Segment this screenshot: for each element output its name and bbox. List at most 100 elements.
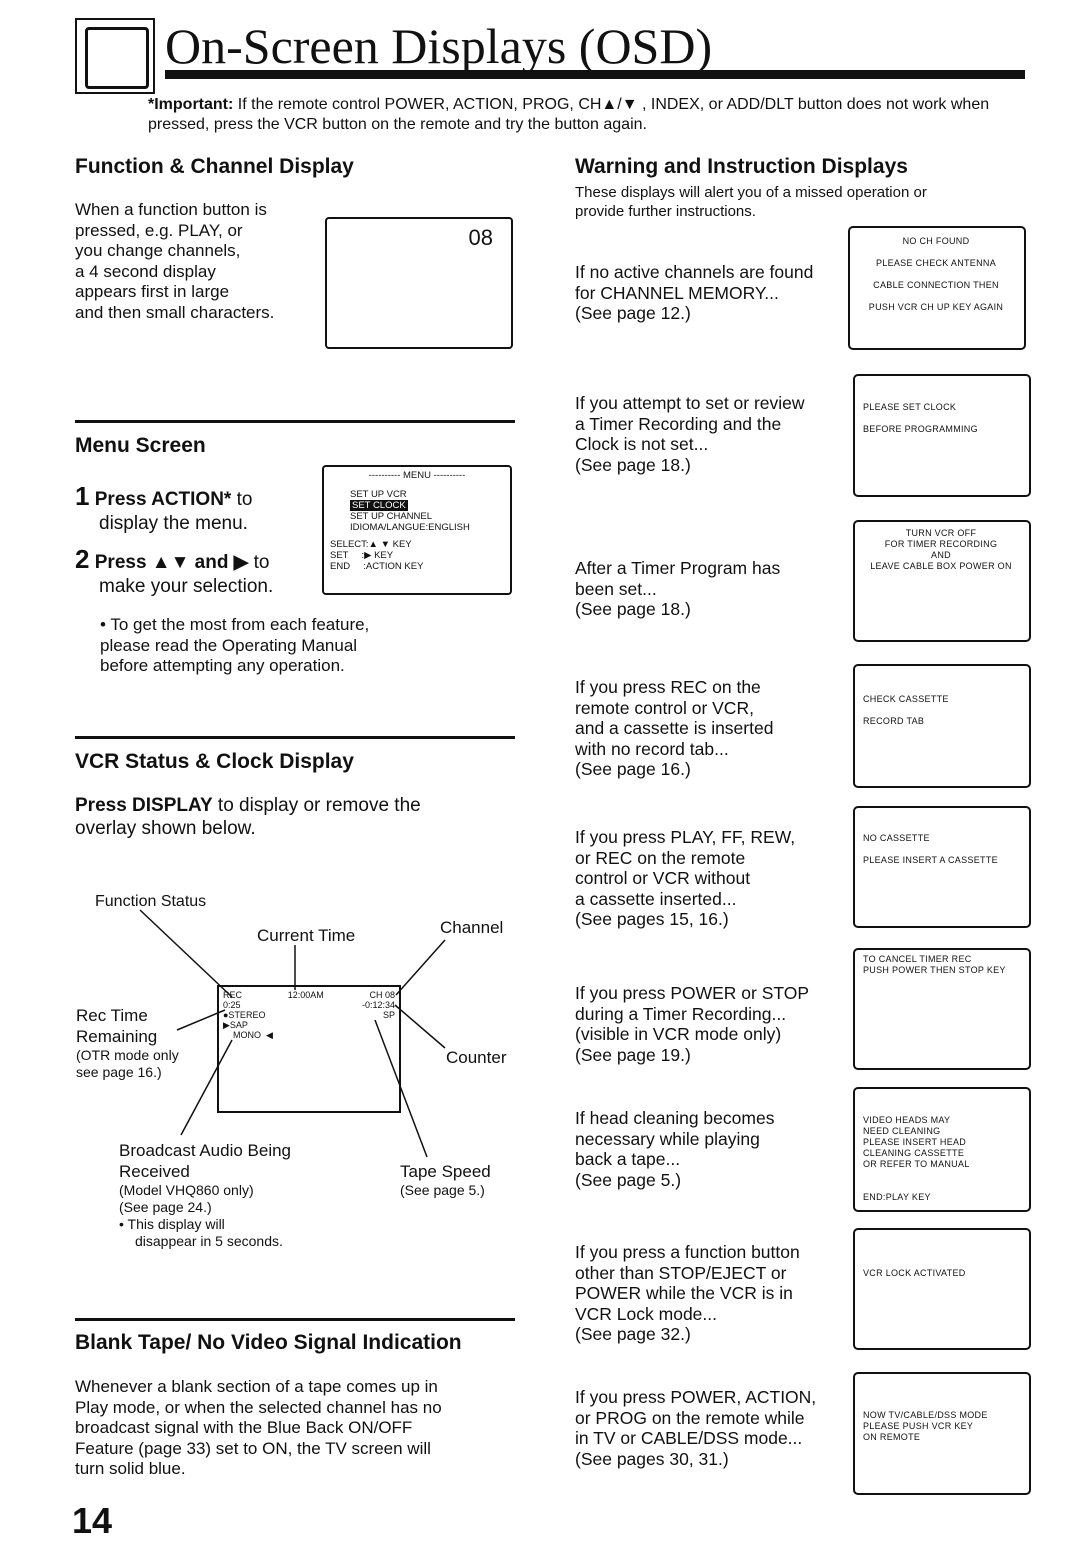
screen-line: NEED CLEANING [863,1126,941,1136]
screen-line: PUSH POWER THEN STOP KEY [863,965,1006,975]
screen-line: NO CH FOUND [902,236,970,246]
label-text: • This display will [119,1216,225,1232]
text-line: or REC on the remote [575,847,746,868]
osd-rec: REC [223,990,243,1000]
screen-line: VIDEO HEADS MAY [863,1115,951,1125]
text-line: during a Timer Recording... [575,1003,787,1024]
text-line: Play mode, or when the selected channel … [75,1397,442,1417]
warning-screen: VIDEO HEADS MAY NEED CLEANING PLEASE INSER… [853,1087,1031,1212]
text-line: (See page 18.) [575,599,691,619]
warning-description: If no active channels are found for CHANN… [575,262,813,324]
label-text: (OTR mode only [76,1047,179,1063]
warnings-intro: These displays will alert you of a misse… [575,183,927,221]
osd-channel: CH 08 [369,990,395,1000]
text-line: If you press PLAY, FF, REW, [575,827,796,847]
divider [75,1318,515,1321]
label-counter: Counter [446,1048,507,1067]
screen-line: CHECK CASSETTE [863,694,949,704]
text-line: If head cleaning becomes [575,1108,775,1128]
text-line: control or VCR without [575,868,751,888]
screen-line: PLEASE PUSH VCR KEY [863,1421,974,1431]
warning-description: If you press POWER or STOP during a Timer… [575,983,809,1065]
text-line: been set... [575,578,657,599]
text-line: If you press REC on the [575,677,761,697]
text-line: in TV or CABLE/DSS mode... [575,1428,803,1448]
warning-description: If you press REC on the remote control or… [575,677,773,780]
warning-description: If you press a function button other than… [575,1242,800,1345]
blank-tape-text: Whenever a blank section of a tape comes… [75,1377,442,1480]
blank-tape-heading: Blank Tape/ No Video Signal Indication [75,1331,462,1354]
label-text: Tape Speed [400,1162,491,1181]
screen-line: END:PLAY KEY [863,1192,931,1202]
screen-line: CLEANING CASSETTE [863,1148,965,1158]
warning-description: If head cleaning becomes necessary while … [575,1108,774,1190]
text-line: back a tape... [575,1149,681,1169]
osd-screen: REC 12:00AM CH 08 0:25 -0:12:34 ●STEREO SP ▶… [217,985,401,1113]
label-text: Rec Time [76,1006,148,1025]
screen-line: NOW TV/CABLE/DSS MODE [863,1410,988,1420]
screen-line: VCR LOCK ACTIVATED [863,1268,966,1278]
label-text: Remaining [76,1027,158,1046]
text-line: If you attempt to set or review [575,393,805,413]
warning-screen: TO CANCEL TIMER REC PUSH POWER THEN STOP … [853,948,1031,1070]
text-line: Clock is not set... [575,434,709,454]
text-line: POWER while the VCR is in [575,1283,793,1303]
text-line: After a Timer Program has [575,558,781,578]
warning-screen: NOW TV/CABLE/DSS MODE PLEASE PUSH VCR KEY… [853,1372,1031,1495]
screen-line: PUSH VCR CH UP KEY AGAIN [868,302,1004,312]
label-text: (See page 5.) [400,1182,485,1198]
warning-description: If you attempt to set or review a Timer R… [575,393,805,475]
text-line: VCR Lock mode... [575,1303,717,1324]
screen-line: PLEASE INSERT HEAD [863,1137,967,1147]
osd-time: 12:00AM [287,990,324,1000]
screen-line: FOR TIMER RECORDING [884,539,998,549]
text-line: or PROG on the remote while [575,1407,805,1428]
warning-screen: CHECK CASSETTE RECORD TAB [853,664,1031,788]
text-line: These displays will alert you of a misse… [575,184,927,201]
screen-line: CABLE CONNECTION THEN [873,280,999,290]
text-line: other than STOP/EJECT or [575,1262,787,1283]
text-line: (See page 16.) [575,759,691,779]
text-line: If you press a function button [575,1242,800,1262]
text-line: and a cassette is inserted [575,718,774,738]
warning-screen: PLEASE SET CLOCK BEFORE PROGRAMMING [853,374,1031,497]
text-line: If you press POWER or STOP [575,983,810,1003]
text-line: (See pages 30, 31.) [575,1448,729,1469]
screen-line: PLEASE SET CLOCK [863,402,957,412]
screen-line: PLEASE CHECK ANTENNA [875,258,997,268]
warning-description: If you press PLAY, FF, REW, or REC on the… [575,827,795,930]
text-line: (See page 12.) [575,303,691,323]
label-text: disappear in 5 seconds. [135,1233,283,1249]
label-text: (See page 24.) [119,1199,212,1215]
screen-line: TURN VCR OFF [905,528,977,538]
label-function-status: Function Status [95,893,207,910]
text-line: (See page 32.) [575,1324,691,1344]
label-text: Received [119,1162,190,1181]
text-line: with no record tab... [575,738,729,759]
text-line: Whenever a blank section of a tape comes… [75,1377,438,1396]
text-line: If you press POWER, ACTION, [575,1387,817,1407]
text-line: a Timer Recording and the [575,413,782,434]
warning-screen: TURN VCR OFF FOR TIMER RECORDING AND LEAVE … [853,520,1031,642]
osd-counter: -0:12:34 [361,1000,395,1010]
label-tape-speed: Tape Speed (See page 5.) [400,1161,491,1199]
osd-remaining: 0:25 [223,1000,241,1010]
text-line: (See pages 15, 16.) [575,909,729,929]
screen-line: TO CANCEL TIMER REC [863,954,972,964]
screen-line: ON REMOTE [863,1432,921,1442]
text-line: If no active channels are found [575,262,814,282]
warning-description: If you press POWER, ACTION, or PROG on th… [575,1387,816,1469]
label-rec-time: Rec Time Remaining (OTR mode only see pa… [76,1005,179,1081]
screen-line: BEFORE PROGRAMMING [863,424,978,434]
text-line: for CHANNEL MEMORY... [575,282,779,303]
text-line: broadcast signal with the Blue Back ON/O… [75,1418,413,1437]
osd-sap: ▶SAP [223,1020,248,1030]
text-line: (See page 19.) [575,1044,691,1065]
text-line: remote control or VCR, [575,697,754,718]
screen-line: RECORD TAB [863,716,925,726]
label-broadcast-audio: Broadcast Audio Being Received (Model VH… [119,1140,291,1250]
label-text: see page 16.) [76,1064,162,1080]
warning-screen: VCR LOCK ACTIVATED [853,1228,1031,1350]
screen-line: OR REFER TO MANUAL [863,1159,970,1169]
warning-screen: NO CASSETTE PLEASE INSERT A CASSETTE [853,806,1031,928]
